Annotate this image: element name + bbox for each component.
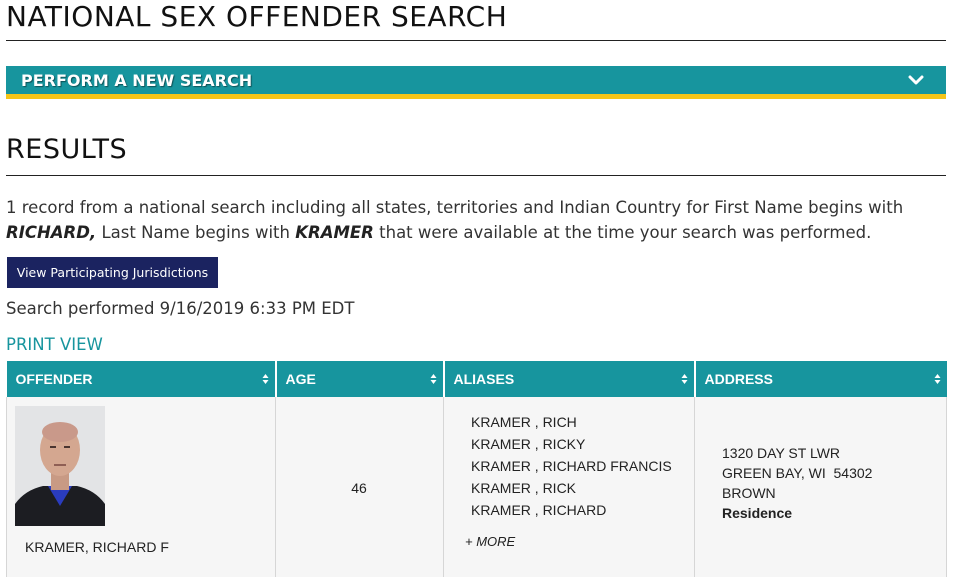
column-header-offender[interactable]: OFFENDER xyxy=(6,361,277,397)
results-heading: RESULTS xyxy=(6,134,128,165)
summary-first-name: RICHARD, xyxy=(6,223,97,242)
summary-text-1: 1 record from a national search includin… xyxy=(6,198,904,217)
address-street: 1320 DAY ST LWR xyxy=(722,445,841,461)
page-title: NATIONAL SEX OFFENDER SEARCH xyxy=(6,0,508,33)
more-aliases-link[interactable]: + MORE xyxy=(465,534,515,549)
column-label: OFFENDER xyxy=(15,371,93,387)
address-county: BROWN xyxy=(722,485,776,501)
alias-item: KRAMER , RICKY xyxy=(471,436,586,452)
column-label: AGE xyxy=(285,371,316,387)
sort-icon xyxy=(681,374,687,384)
alias-list: KRAMER , RICH KRAMER , RICKY KRAMER , RI… xyxy=(471,411,672,521)
column-header-age[interactable]: AGE xyxy=(275,361,445,397)
offender-age: 46 xyxy=(351,480,367,496)
column-label: ADDRESS xyxy=(704,371,773,387)
sort-icon xyxy=(430,374,436,384)
search-performed-timestamp: Search performed 9/16/2019 6:33 PM EDT xyxy=(6,299,355,318)
table-header-row: OFFENDER AGE ALIASES ADDRESS xyxy=(6,361,947,397)
sort-icon xyxy=(262,374,268,384)
column-label: ALIASES xyxy=(453,371,515,387)
sort-icon xyxy=(934,374,940,384)
summary-last-name: KRAMER xyxy=(295,223,374,242)
offender-photo-image xyxy=(15,406,105,526)
summary-text-2: Last Name begins with xyxy=(96,223,296,242)
alias-item: KRAMER , RICHARD FRANCIS xyxy=(471,458,672,474)
title-divider xyxy=(6,40,946,41)
alias-item: KRAMER , RICH xyxy=(471,414,577,430)
chevron-down-icon[interactable] xyxy=(908,74,924,86)
offender-photo[interactable] xyxy=(15,406,105,526)
view-jurisdictions-button[interactable]: View Participating Jurisdictions xyxy=(7,257,218,288)
summary-text-3: that were available at the time your sea… xyxy=(373,223,872,242)
results-summary: 1 record from a national search includin… xyxy=(6,195,936,245)
column-header-address[interactable]: ADDRESS xyxy=(694,361,947,397)
address-block: 1320 DAY ST LWR GREEN BAY, WI 54302 BROW… xyxy=(722,443,872,523)
offender-name[interactable]: KRAMER, RICHARD F xyxy=(25,539,169,555)
alias-item: KRAMER , RICHARD xyxy=(471,502,607,518)
alias-item: KRAMER , RICK xyxy=(471,480,577,496)
address-city-state-zip: GREEN BAY, WI 54302 xyxy=(722,465,873,481)
results-divider xyxy=(6,175,946,176)
new-search-label: PERFORM A NEW SEARCH xyxy=(21,70,253,90)
address-type: Residence xyxy=(722,505,793,521)
column-header-aliases[interactable]: ALIASES xyxy=(443,361,696,397)
new-search-toggle[interactable]: PERFORM A NEW SEARCH xyxy=(6,66,946,99)
print-view-link[interactable]: PRINT VIEW xyxy=(6,335,103,354)
